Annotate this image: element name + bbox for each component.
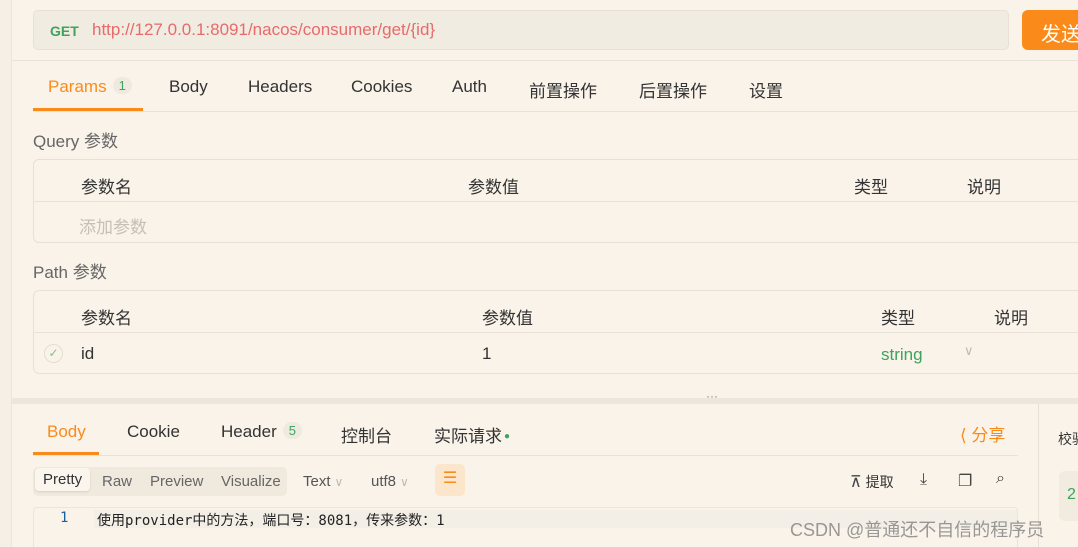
active-tab-indicator	[33, 108, 143, 111]
enabled-checkbox[interactable]: ✓	[44, 344, 63, 363]
method-selector[interactable]: GET	[50, 23, 79, 39]
response-tab-console[interactable]: 控制台	[341, 422, 392, 447]
left-strip	[0, 0, 12, 547]
tab-settings[interactable]: 设置	[749, 77, 783, 102]
validation-value: 2	[1067, 486, 1076, 503]
path-params-title: Path 参数	[33, 263, 107, 282]
validation-label: 校验	[1058, 431, 1078, 447]
send-button[interactable]: 发送	[1022, 10, 1078, 50]
tab-label: Params	[48, 77, 107, 96]
view-raw[interactable]: Raw	[102, 471, 132, 492]
path-params-table: 参数名 参数值 类型 说明 ✓ id 1 string ∨	[33, 290, 1078, 374]
divider	[33, 111, 1078, 112]
divider	[33, 455, 1018, 456]
format-value: Text	[303, 473, 331, 490]
col-type: 类型	[854, 178, 888, 197]
extract-label: 提取	[865, 474, 894, 490]
tab-body[interactable]: Body	[169, 77, 208, 97]
params-count-badge: 1	[112, 77, 132, 94]
extract-icon: ⊼	[850, 474, 862, 491]
status-dot-icon: ●	[504, 431, 511, 442]
table-row: ✓ id 1 string ∨	[34, 333, 1078, 373]
divider	[12, 60, 1078, 61]
encoding-select[interactable]: utf8 ∨	[371, 473, 409, 490]
share-icon: ⟨	[960, 426, 967, 445]
url-input[interactable]: http://127.0.0.1:8091/nacos/consumer/get…	[92, 20, 435, 40]
word-wrap-button[interactable]: ☰	[435, 464, 465, 496]
chevron-down-icon: ∨	[400, 475, 409, 489]
view-pretty[interactable]: Pretty	[35, 468, 91, 491]
line-number: 1	[60, 510, 69, 526]
col-desc: 说明	[967, 178, 1001, 197]
chevron-down-icon: ∨	[334, 475, 344, 489]
view-visualize[interactable]: Visualize	[221, 471, 281, 492]
code-line: 使用provider中的方法，端口号：8081，传来参数：1	[97, 513, 445, 529]
tab-post-actions[interactable]: 后置操作	[639, 77, 707, 102]
response-tab-body[interactable]: Body	[47, 422, 86, 442]
col-type: 类型	[881, 309, 915, 328]
tab-params[interactable]: Params 1	[48, 77, 132, 97]
header-count-badge: 5	[282, 422, 302, 439]
watermark: CSDN @普通还不自信的程序员	[790, 520, 1045, 540]
row-divider	[34, 201, 1078, 202]
format-select[interactable]: Text ∨	[303, 473, 343, 490]
search-icon[interactable]: ⌕	[996, 470, 1005, 488]
active-tab-indicator	[33, 452, 99, 455]
share-button[interactable]: ⟨ 分享	[960, 421, 1005, 446]
tab-auth[interactable]: Auth	[452, 77, 487, 97]
param-type[interactable]: string	[881, 345, 923, 365]
tab-cookies[interactable]: Cookies	[351, 77, 412, 97]
tab-headers[interactable]: Headers	[248, 77, 312, 97]
view-mode-segmented: Pretty Raw Preview Visualize	[33, 467, 287, 496]
download-icon[interactable]: ⤓	[920, 471, 927, 489]
col-value: 参数值	[468, 178, 519, 197]
col-name: 参数名	[81, 309, 132, 328]
param-value[interactable]: 1	[482, 344, 491, 364]
validation-box: 2	[1059, 471, 1078, 521]
param-name[interactable]: id	[81, 344, 94, 364]
url-bar[interactable]: GET http://127.0.0.1:8091/nacos/consumer…	[33, 10, 1009, 50]
encoding-value: utf8	[371, 473, 397, 490]
col-name: 参数名	[81, 178, 132, 197]
query-params-title: Query 参数	[33, 132, 119, 151]
response-tab-cookie[interactable]: Cookie	[127, 422, 180, 442]
tab-label: Header	[221, 422, 277, 441]
add-param-input[interactable]: 添加参数	[79, 213, 147, 238]
response-tab-actual-request[interactable]: 实际请求 ●	[434, 422, 510, 447]
chevron-down-icon[interactable]: ∨	[964, 343, 974, 359]
resize-handle[interactable]: ···	[12, 389, 1078, 404]
view-preview[interactable]: Preview	[150, 471, 203, 492]
query-params-table: 参数名 参数值 类型 说明 添加参数	[33, 159, 1078, 243]
wrap-icon: ☰	[442, 470, 458, 487]
tab-pre-actions[interactable]: 前置操作	[529, 77, 597, 102]
response-tab-header[interactable]: Header 5	[221, 422, 302, 442]
copy-icon[interactable]: ❐	[958, 471, 972, 491]
tab-label: 实际请求	[434, 427, 502, 446]
col-desc: 说明	[994, 309, 1028, 328]
share-label: 分享	[971, 426, 1006, 445]
extract-button[interactable]: ⊼ 提取	[850, 472, 894, 492]
col-value: 参数值	[482, 309, 533, 328]
